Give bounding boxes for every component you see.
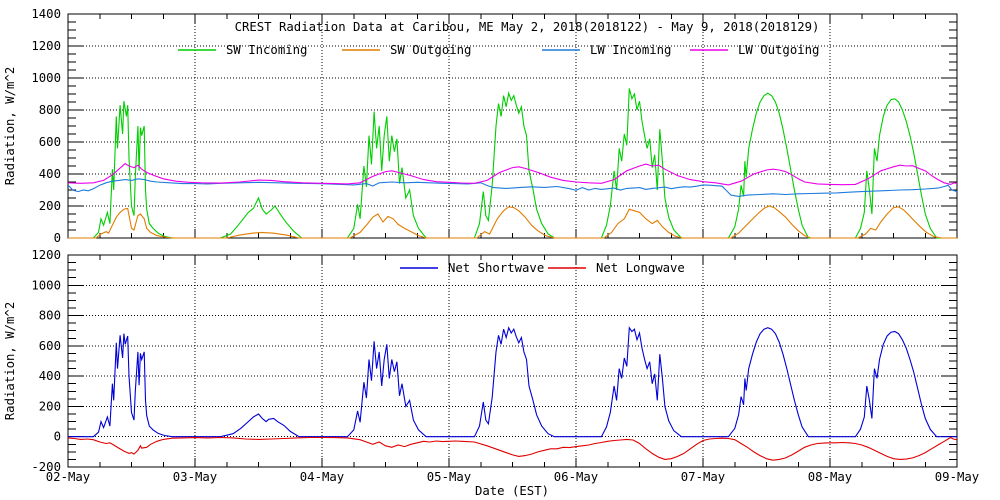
x-axis-label: Date (EST) [475, 484, 549, 498]
y-tick-label: 1000 [31, 71, 61, 85]
series-net-shortwave [68, 326, 957, 438]
radiation-chart-canvas: 0 200 400 600 800 1000 1200 1400 SW Incoming SW O… [3, 7, 979, 498]
legend-label-net-longwave: Net Longwave [596, 261, 685, 275]
y-axis-label: Radiation, W/m^2 [3, 67, 17, 185]
y-tick-label: 800 [39, 309, 61, 323]
series-group [68, 88, 957, 239]
series-sw-incoming [68, 88, 957, 239]
y-tick-label: 400 [39, 369, 61, 383]
y-tick-label: 1400 [31, 7, 61, 21]
plot-frame [67, 254, 958, 468]
legend-label-lw-outgoing: LW Outgoing [738, 43, 819, 57]
x-tick-label: 04-May [300, 470, 344, 484]
x-tick-label: 02-May [46, 470, 90, 484]
x-tick-label: 05-May [427, 470, 471, 484]
series-group [68, 326, 957, 461]
series-net-longwave [68, 436, 957, 461]
y-tick-label: 600 [39, 135, 61, 149]
x-tick-label: 07-May [681, 470, 725, 484]
y-tick-label: 200 [39, 199, 61, 213]
x-tick-label: 09-May [935, 470, 979, 484]
plot-panel-bottom: -20002004006008001000120002-May 03-May 04-… [3, 248, 979, 498]
radiation-figure: 0 200 400 600 800 1000 1200 1400 SW Incoming SW O… [0, 0, 1000, 500]
y-tick-label: 1200 [31, 248, 61, 262]
series-lw-incoming [68, 178, 957, 197]
x-tick-label: 06-May [554, 470, 598, 484]
x-tick-label: 03-May [173, 470, 217, 484]
y-tick-label: 600 [39, 339, 61, 353]
y-tick-label: 1200 [31, 39, 61, 53]
y-tick-label: 0 [54, 430, 61, 444]
x-tick-label: 08-May [808, 470, 852, 484]
legend-label-net-shortwave: Net Shortwave [448, 261, 544, 275]
y-axis-label: Radiation, W/m^2 [3, 302, 17, 420]
y-tick-label: 800 [39, 103, 61, 117]
legend-label-sw-incoming: SW Incoming [226, 43, 307, 57]
y-tick-label: 200 [39, 399, 61, 413]
y-tick-label: 400 [39, 167, 61, 181]
y-tick-label: 1000 [31, 278, 61, 292]
chart-title: CREST Radiation Data at Caribou, ME May … [235, 20, 820, 34]
legend-label-sw-outgoing: SW Outgoing [390, 43, 471, 57]
plot-panel-top: 0 200 400 600 800 1000 1200 1400 SW Incoming SW O… [3, 7, 958, 245]
legend-label-lw-incoming: LW Incoming [590, 43, 671, 57]
y-tick-label: 0 [54, 231, 61, 245]
plot-frame [67, 13, 958, 239]
